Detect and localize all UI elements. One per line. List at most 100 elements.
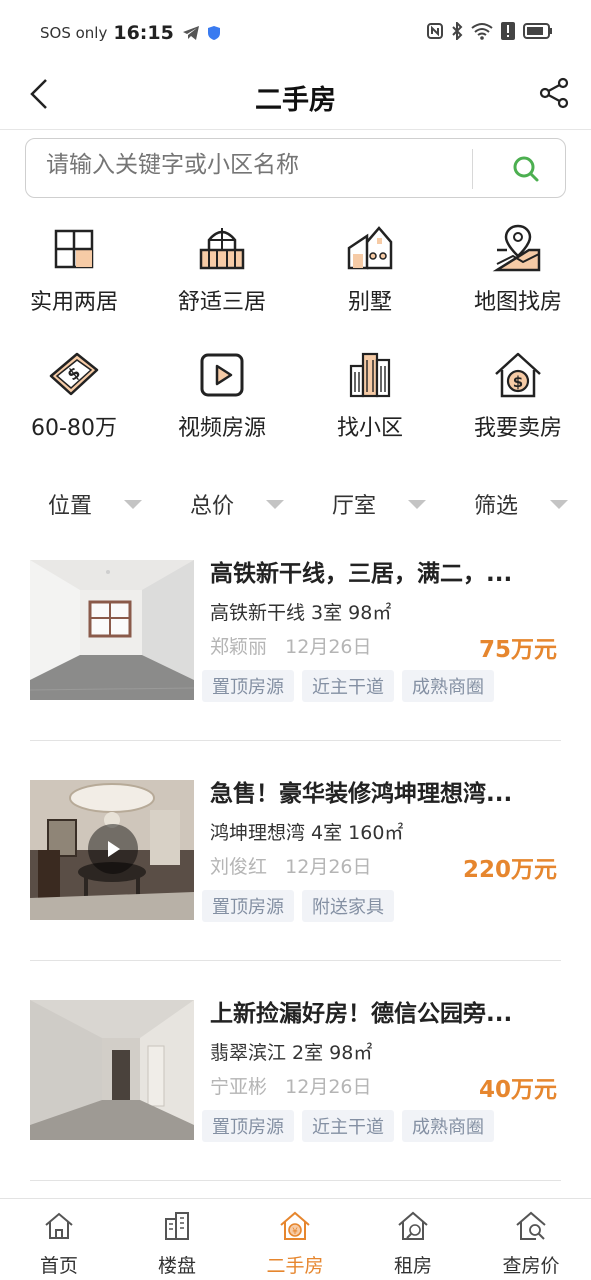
filter-label: 筛选 xyxy=(474,494,519,519)
nfc-icon xyxy=(427,23,443,39)
tag: 置顶房源 xyxy=(202,890,294,922)
carrier-text: SOS only xyxy=(40,24,108,42)
listing-tags: 置顶房源 附送家具 xyxy=(202,890,394,922)
listing-item[interactable]: 高铁新干线，三居，满二，... 高铁新干线 3室 98㎡ 郑颖丽 12月26日 … xyxy=(30,540,561,722)
quick-entry-label: 实用两居 xyxy=(29,290,118,315)
tag: 附送家具 xyxy=(302,890,394,922)
listing-agent-date: 宁亚彬 12月26日 xyxy=(210,1072,372,1099)
listing-photo xyxy=(30,780,194,920)
listing-photo xyxy=(30,1000,194,1140)
tag: 置顶房源 xyxy=(202,670,294,702)
tag: 近主干道 xyxy=(302,1110,394,1142)
filter-total-price[interactable]: 总价 xyxy=(190,482,330,526)
listing-title: 急售！豪华装修鸿坤理想湾... xyxy=(210,781,513,807)
status-right xyxy=(427,22,553,40)
quick-entry-three-bedroom[interactable]: 舒适三居 xyxy=(148,222,296,316)
tag: 成熟商圈 xyxy=(402,670,494,702)
search-divider xyxy=(472,149,473,189)
agent-name: 郑颖丽 xyxy=(210,636,268,658)
listing-item[interactable]: 上新捡漏好房！德信公园旁... 翡翠滨江 2室 98㎡ 宁亚彬 12月26日 4… xyxy=(30,980,561,1162)
quick-entry-label: 视频房源 xyxy=(177,416,266,441)
listing-item[interactable]: 急售！豪华装修鸿坤理想湾... 鸿坤理想湾 4室 160㎡ 刘俊红 12月26日… xyxy=(30,760,561,942)
quick-entry-label: 地图找房 xyxy=(473,290,562,315)
clock: 16:15 xyxy=(113,22,174,44)
tab-second-hand[interactable]: ¥ 二手房 xyxy=(236,1209,354,1278)
listing-tags: 置顶房源 近主干道 成熟商圈 xyxy=(202,1110,494,1142)
floorplan-icon xyxy=(54,229,94,269)
house-search-icon xyxy=(516,1211,546,1240)
agent-name: 刘俊红 xyxy=(210,856,268,878)
caret-down-icon xyxy=(408,499,427,509)
listing-price: 220万元 xyxy=(462,857,557,883)
filter-bar: 位置 总价 厅室 筛选 xyxy=(0,482,591,526)
share-button[interactable] xyxy=(537,76,571,110)
listing-title: 上新捡漏好房！德信公园旁... xyxy=(210,1001,513,1027)
post-date: 12月26日 xyxy=(285,1076,372,1098)
bottom-tab-bar: 首页 楼盘 ¥ 二手房 租房 查房价 xyxy=(0,1198,591,1280)
caret-down-icon xyxy=(266,499,285,509)
house-yuan-icon: ¥ xyxy=(280,1211,310,1240)
agent-name: 宁亚彬 xyxy=(210,1076,268,1098)
tab-label: 查房价 xyxy=(502,1255,560,1277)
page-title: 二手房 xyxy=(255,85,336,116)
search-box xyxy=(25,138,566,198)
quick-entry-villa[interactable]: 别墅 xyxy=(296,222,444,316)
status-left: SOS only 16:15 xyxy=(40,22,220,44)
buildings-icon xyxy=(349,352,391,398)
shield-icon xyxy=(207,26,220,40)
wifi-icon xyxy=(471,23,493,40)
filter-label: 厅室 xyxy=(332,494,377,519)
search-button[interactable] xyxy=(496,147,556,191)
quick-entry-sell-house[interactable]: $ 我要卖房 xyxy=(444,348,591,442)
tab-label: 二手房 xyxy=(266,1255,324,1277)
filter-more[interactable]: 筛选 xyxy=(474,482,591,526)
divider xyxy=(30,740,561,741)
filter-rooms[interactable]: 厅室 xyxy=(332,482,472,526)
tag: 成熟商圈 xyxy=(402,1110,494,1142)
listing-subtitle: 鸿坤理想湾 4室 160㎡ xyxy=(210,822,404,844)
quick-entry-find-community[interactable]: 找小区 xyxy=(296,348,444,442)
listing-agent-date: 刘俊红 12月26日 xyxy=(210,852,372,879)
bluetooth-icon xyxy=(452,22,463,40)
tab-price-check[interactable]: 查房价 xyxy=(472,1209,590,1278)
nav-bar: 二手房 xyxy=(0,64,591,130)
listing-title: 高铁新干线，三居，满二，... xyxy=(210,561,513,587)
listing-price: 40万元 xyxy=(478,1077,557,1103)
tag: 置顶房源 xyxy=(202,1110,294,1142)
filter-label: 位置 xyxy=(48,494,93,519)
listing-tags: 置顶房源 近主干道 成熟商圈 xyxy=(202,670,494,702)
building-icon xyxy=(165,1212,189,1240)
status-bar: SOS only 16:15 xyxy=(0,0,591,64)
quick-entry-video-listings[interactable]: 视频房源 xyxy=(148,348,296,442)
tab-label: 楼盘 xyxy=(157,1255,196,1277)
quick-entry-label: 别墅 xyxy=(347,290,392,315)
listing-price: 75万元 xyxy=(478,637,557,663)
tab-home[interactable]: 首页 xyxy=(0,1209,118,1278)
quick-entry-label: 60-80万 xyxy=(31,416,117,441)
share-icon xyxy=(539,77,569,109)
svg-text:¥: ¥ xyxy=(292,1227,298,1237)
map-pin-icon xyxy=(492,224,541,272)
house-dollar-icon: $ xyxy=(495,352,541,398)
money-icon: $ xyxy=(49,352,99,396)
quick-entry-label: 找小区 xyxy=(336,416,403,441)
quick-entry-label: 舒适三居 xyxy=(177,290,266,315)
tab-buildings[interactable]: 楼盘 xyxy=(118,1209,236,1278)
quick-entry-map-search[interactable]: 地图找房 xyxy=(444,222,591,316)
video-play-overlay xyxy=(88,824,138,874)
listing-subtitle: 高铁新干线 3室 98㎡ xyxy=(210,602,392,624)
alert-icon xyxy=(501,22,515,40)
quick-entry-two-bedroom[interactable]: 实用两居 xyxy=(0,222,148,316)
villa-icon xyxy=(347,226,393,270)
caret-down-icon xyxy=(124,499,143,509)
telegram-icon xyxy=(182,26,199,40)
search-icon xyxy=(513,156,539,182)
post-date: 12月26日 xyxy=(285,636,372,658)
tab-label: 租房 xyxy=(393,1255,432,1277)
post-date: 12月26日 xyxy=(285,856,372,878)
rent-house-icon xyxy=(398,1211,428,1240)
search-input[interactable] xyxy=(46,152,466,178)
quick-entry-price-range[interactable]: $ 60-80万 xyxy=(0,348,148,442)
tab-rent[interactable]: 租房 xyxy=(354,1209,472,1278)
filter-location[interactable]: 位置 xyxy=(48,482,188,526)
